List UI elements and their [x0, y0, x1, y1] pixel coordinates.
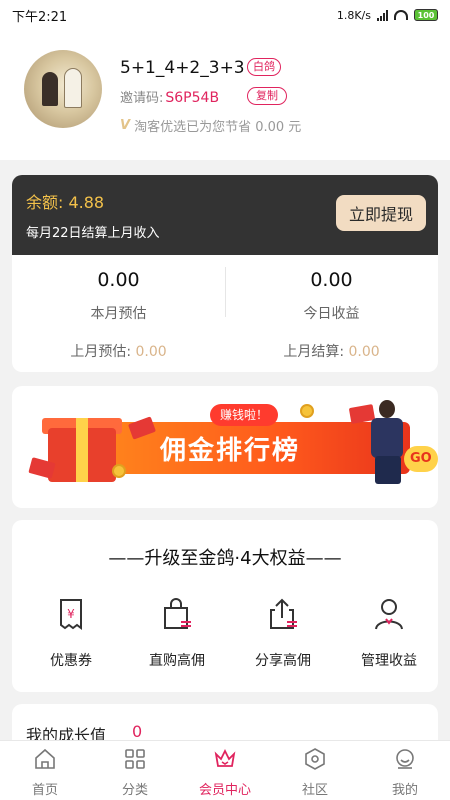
- stat-month-estimate[interactable]: 0.00 本月预估 上月预估: 0.00: [12, 255, 225, 372]
- stat-value: 0.00: [97, 269, 140, 291]
- banner-title: 佣金排行榜: [160, 436, 301, 466]
- savings-text: 淘客优选已为您节省 0.00 元: [134, 120, 302, 135]
- stat-value: 0.00: [310, 269, 353, 291]
- growth-value: 0: [132, 722, 143, 741]
- share-icon: [270, 598, 297, 629]
- stat-sub-value: 0.00: [135, 344, 167, 360]
- community-icon: [305, 748, 325, 770]
- status-bar: 下午2:21 1.8K/s 100: [0, 0, 450, 30]
- invite-code: S6P54B: [165, 90, 220, 106]
- banner-tag: 赚钱啦！: [210, 404, 279, 426]
- benefits-card: ——升级至金鸽·4大权益—— ¥ 优惠券 直购高佣 分享高佣 管理收益: [12, 520, 438, 692]
- tab-category[interactable]: 分类: [90, 741, 180, 800]
- status-indicators: 1.8K/s 100: [337, 9, 438, 22]
- home-icon: [35, 748, 55, 769]
- level-badge: 白鸽: [247, 58, 281, 76]
- tab-mine[interactable]: 我的: [360, 741, 450, 800]
- coin-icon: [112, 464, 126, 478]
- tab-home[interactable]: 首页: [0, 741, 90, 800]
- tab-label: 分类: [121, 783, 148, 798]
- balance-header: 余额: 4.88 每月22日结算上月收入 立即提现: [12, 175, 438, 255]
- benefit-manage-income[interactable]: 管理收益: [336, 596, 442, 670]
- balance-card: 余额: 4.88 每月22日结算上月收入 立即提现 0.00 本月预估 上月预估…: [12, 175, 438, 372]
- signal-icon: [377, 9, 388, 21]
- banner-card: 赚钱啦！ 佣金排行榜 GO: [12, 386, 438, 508]
- shopping-bag-icon: [164, 598, 191, 629]
- benefit-label: 直购高佣: [149, 653, 205, 669]
- benefit-direct-purchase[interactable]: 直购高佣: [124, 596, 230, 670]
- invite-code-row: 邀请码: S6P54B: [120, 87, 219, 106]
- vip-v-icon: V: [120, 118, 131, 133]
- gift-ribbon: [76, 418, 88, 482]
- stat-today-income[interactable]: 0.00 今日收益 上月结算: 0.00: [225, 255, 438, 372]
- copy-button[interactable]: 复制: [247, 87, 287, 105]
- benefit-label: 优惠券: [50, 653, 92, 669]
- username: 5+1_4+2_3+3: [120, 58, 245, 78]
- coin-icon: [300, 404, 314, 418]
- stat-label: 本月预估: [90, 306, 147, 322]
- tab-label: 社区: [301, 783, 328, 798]
- profile-icon: [396, 749, 414, 769]
- tab-label: 会员中心: [198, 783, 251, 798]
- profile-header: 5+1_4+2_3+3 白鸽 邀请码: S6P54B 复制 V 淘客优选已为您节省…: [0, 30, 450, 160]
- stat-sub-label: 上月结算:: [283, 344, 345, 360]
- bottom-tab-bar: 首页 分类 会员中心 社区 我的: [0, 740, 450, 800]
- tab-label: 首页: [31, 783, 58, 798]
- user-manage-icon: [375, 599, 403, 630]
- tab-label: 我的: [391, 783, 418, 798]
- stat-sub: 上月结算: 0.00: [225, 341, 438, 361]
- crown-icon: [214, 748, 236, 767]
- avatar[interactable]: [24, 50, 102, 128]
- businessman-illustration: [365, 400, 411, 484]
- settlement-note: 每月22日结算上月收入: [26, 226, 160, 241]
- invite-label: 邀请码:: [120, 91, 164, 106]
- benefit-label: 管理收益: [361, 653, 417, 669]
- stat-sub-label: 上月预估:: [70, 344, 132, 360]
- benefit-coupon[interactable]: ¥ 优惠券: [18, 596, 124, 670]
- benefits-title: ——升级至金鸽·4大权益——: [108, 548, 342, 569]
- network-speed: 1.8K/s: [336, 8, 371, 22]
- stat-sub-value: 0.00: [348, 344, 380, 360]
- battery-icon: 100: [414, 9, 438, 21]
- withdraw-button[interactable]: 立即提现: [336, 195, 426, 231]
- tab-member-center[interactable]: 会员中心: [180, 741, 270, 800]
- wifi-icon: [394, 10, 408, 20]
- benefit-share[interactable]: 分享高佣: [230, 596, 336, 670]
- benefit-label: 分享高佣: [255, 653, 311, 669]
- svg-text:¥: ¥: [67, 607, 75, 621]
- stat-label: 今日收益: [303, 306, 360, 322]
- stat-sub: 上月预估: 0.00: [12, 341, 225, 361]
- commission-ranking-banner[interactable]: 赚钱啦！ 佣金排行榜 GO: [20, 400, 438, 486]
- coupon-icon: ¥: [60, 599, 82, 630]
- status-time: 下午2:21: [12, 9, 68, 25]
- category-icon: [125, 749, 145, 769]
- balance-amount: 余额: 4.88: [26, 193, 105, 212]
- go-button[interactable]: GO: [404, 446, 438, 472]
- tab-community[interactable]: 社区: [270, 741, 360, 800]
- savings-row: V 淘客优选已为您节省 0.00 元: [120, 116, 301, 135]
